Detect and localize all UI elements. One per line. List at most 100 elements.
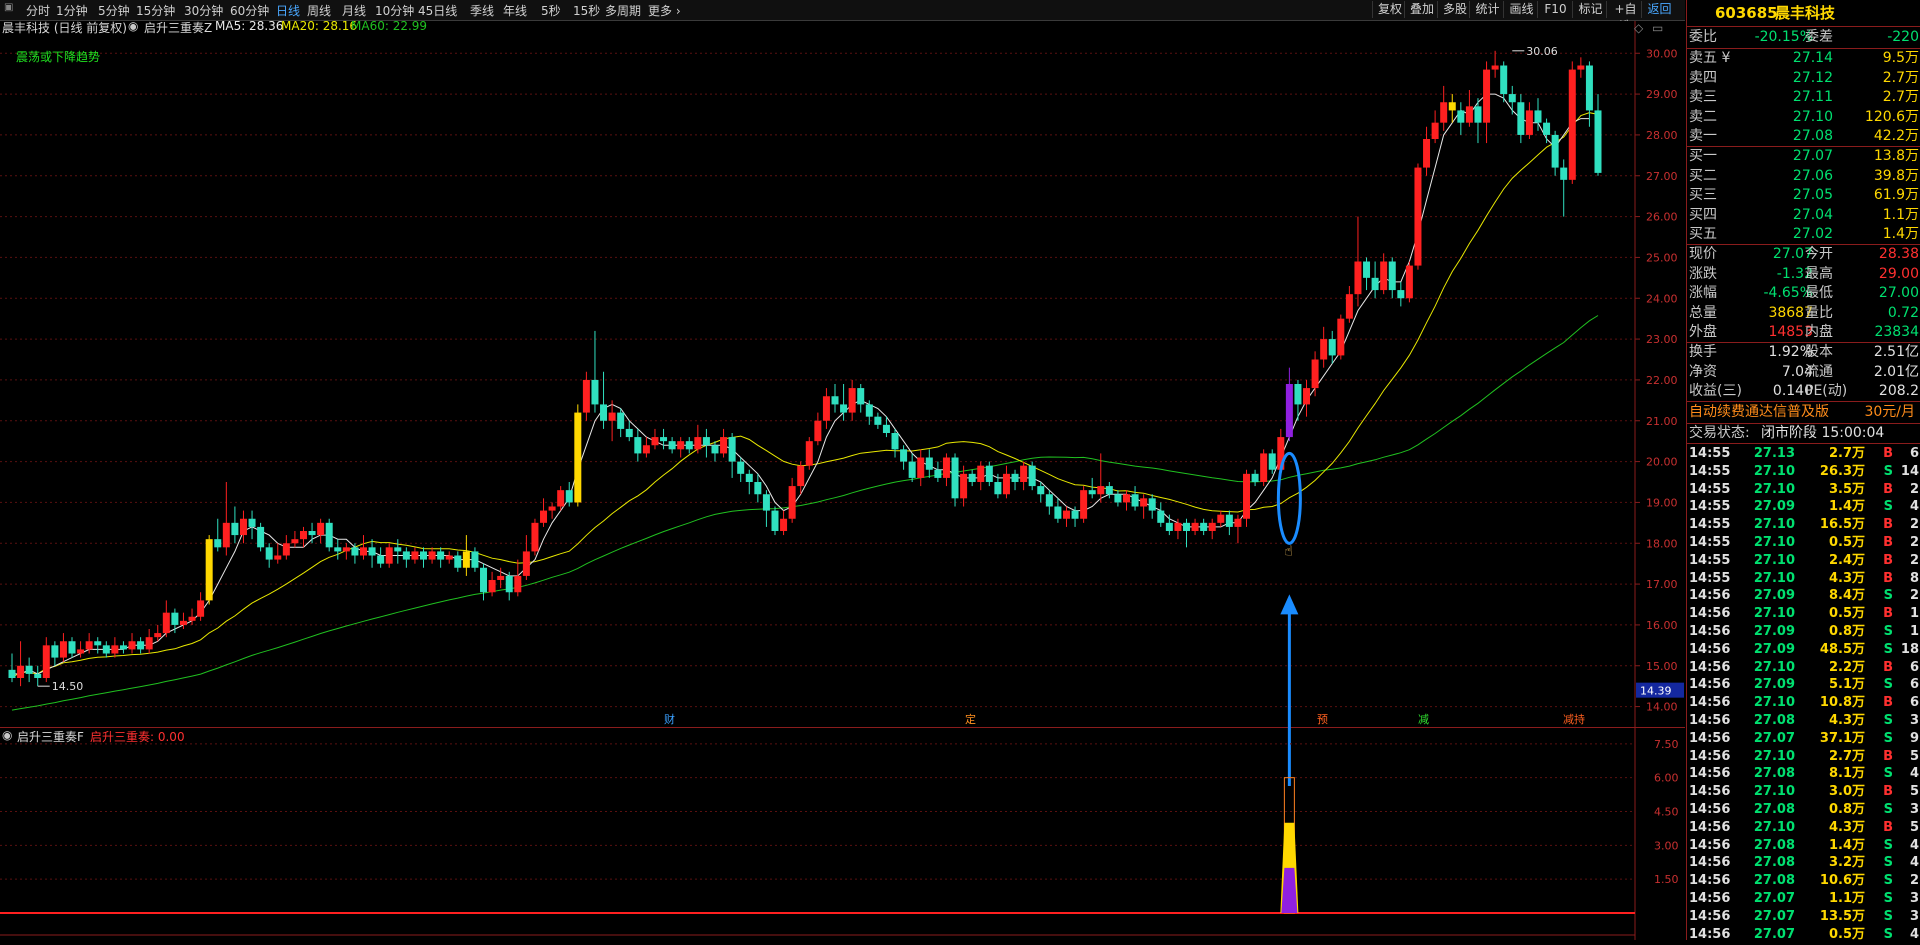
candle-body[interactable]: [874, 416, 882, 425]
candle-body[interactable]: [591, 379, 599, 405]
timeframe-tab[interactable]: 5秒: [541, 2, 561, 19]
candle-body[interactable]: [1483, 69, 1491, 123]
candle-body[interactable]: [848, 388, 856, 413]
timeframe-tab[interactable]: 1分钟: [56, 2, 88, 19]
candle-body[interactable]: [1097, 486, 1105, 495]
candle-body[interactable]: [1045, 494, 1053, 507]
candle-body[interactable]: [480, 567, 488, 593]
event-marker[interactable]: 减: [1418, 713, 1429, 726]
candle-body[interactable]: [977, 465, 985, 482]
candle-body[interactable]: [377, 555, 385, 564]
candle-body[interactable]: [119, 645, 127, 650]
candle-body[interactable]: [197, 600, 205, 617]
candle-body[interactable]: [85, 641, 93, 650]
candle-body[interactable]: [1423, 139, 1431, 168]
candle-body[interactable]: [651, 437, 659, 446]
candle-body[interactable]: [1080, 490, 1088, 519]
candle-body[interactable]: [497, 575, 505, 580]
candle-body[interactable]: [831, 396, 839, 405]
candle-body[interactable]: [128, 641, 136, 650]
candle-body[interactable]: [1140, 498, 1148, 507]
sub-toggle-icon[interactable]: ◉: [2, 728, 12, 742]
candle-body[interactable]: [111, 645, 119, 654]
candle-body[interactable]: [908, 461, 916, 478]
candle-body[interactable]: [805, 441, 813, 466]
candle-body[interactable]: [488, 580, 496, 593]
candle-body[interactable]: [745, 473, 753, 482]
event-marker[interactable]: 定: [965, 712, 976, 726]
candle-body[interactable]: [1191, 522, 1199, 531]
candle-body[interactable]: [917, 457, 925, 478]
candle-body[interactable]: [1328, 339, 1336, 356]
candle-body[interactable]: [822, 396, 830, 421]
candle-body[interactable]: [857, 388, 865, 405]
candle-body[interactable]: [179, 620, 187, 625]
candle-body[interactable]: [1122, 494, 1130, 503]
candle-body[interactable]: [771, 510, 779, 531]
candle-body[interactable]: [762, 494, 770, 511]
candle-body[interactable]: [34, 673, 42, 678]
candle-body[interactable]: [420, 551, 428, 560]
candle-body[interactable]: [694, 437, 702, 450]
candle-body[interactable]: [402, 551, 410, 560]
candle-body[interactable]: [1225, 514, 1233, 527]
candle-body[interactable]: [411, 551, 419, 560]
candle-body[interactable]: [394, 547, 402, 552]
candle-body[interactable]: [454, 555, 462, 568]
candle-body[interactable]: [1517, 102, 1525, 135]
candle-body[interactable]: [960, 473, 968, 499]
candle-body[interactable]: [1397, 290, 1405, 299]
candle-body[interactable]: [994, 482, 1002, 495]
timeframe-tab[interactable]: 日线: [276, 2, 300, 19]
timeframe-tab[interactable]: 15分钟: [136, 2, 175, 19]
candle-body[interactable]: [720, 437, 728, 454]
candle-body[interactable]: [668, 441, 676, 450]
candle-body[interactable]: [1363, 261, 1371, 278]
candle-body[interactable]: [951, 457, 959, 499]
candle-body[interactable]: [1217, 514, 1225, 523]
candle-body[interactable]: [677, 441, 685, 450]
candle-body[interactable]: [325, 522, 333, 548]
candle-body[interactable]: [205, 539, 213, 601]
timeframe-tab[interactable]: 周线: [307, 2, 331, 19]
candle-body[interactable]: [1491, 65, 1499, 70]
candle-body[interactable]: [248, 518, 256, 527]
candle-body[interactable]: [942, 457, 950, 478]
timeframe-tab[interactable]: 60分钟: [230, 2, 269, 19]
tool-button[interactable]: F10: [1537, 1, 1573, 18]
timeframe-tab[interactable]: 年线: [503, 2, 527, 19]
candle-body[interactable]: [1534, 110, 1542, 123]
candle-body[interactable]: [385, 547, 393, 564]
candle-body[interactable]: [1380, 261, 1388, 291]
event-marker[interactable]: 预: [1317, 713, 1328, 726]
candle-body[interactable]: [1508, 94, 1516, 103]
timeframe-tab[interactable]: 分时: [26, 2, 50, 19]
timeframe-tab[interactable]: 多周期: [605, 2, 641, 19]
candle-body[interactable]: [257, 526, 265, 548]
diamond-icon[interactable]: ◇: [1634, 21, 1643, 35]
candle-body[interactable]: [137, 641, 145, 650]
candle-body[interactable]: [1594, 110, 1602, 173]
candle-body[interactable]: [437, 551, 445, 560]
event-marker[interactable]: 减持: [1563, 712, 1585, 726]
candle-body[interactable]: [1320, 339, 1328, 360]
candle-body[interactable]: [59, 641, 67, 658]
candle-body[interactable]: [1243, 473, 1251, 519]
candle-body[interactable]: [934, 469, 942, 478]
candle-body[interactable]: [334, 547, 342, 552]
candle-body[interactable]: [471, 551, 479, 568]
timeframe-tab[interactable]: 更多 ›: [648, 2, 681, 19]
candle-body[interactable]: [1251, 473, 1259, 482]
candle-body[interactable]: [42, 645, 50, 678]
candle-body[interactable]: [291, 539, 299, 544]
candle-body[interactable]: [428, 551, 436, 560]
timeframe-tab[interactable]: 月线: [342, 2, 366, 19]
candle-body[interactable]: [282, 543, 290, 556]
candle-body[interactable]: [265, 547, 273, 560]
candle-body[interactable]: [1174, 522, 1182, 531]
candle-body[interactable]: [1071, 510, 1079, 519]
candle-body[interactable]: [797, 465, 805, 487]
candle-body[interactable]: [214, 539, 222, 548]
candle-body[interactable]: [900, 449, 908, 462]
candle-body[interactable]: [1234, 518, 1242, 527]
